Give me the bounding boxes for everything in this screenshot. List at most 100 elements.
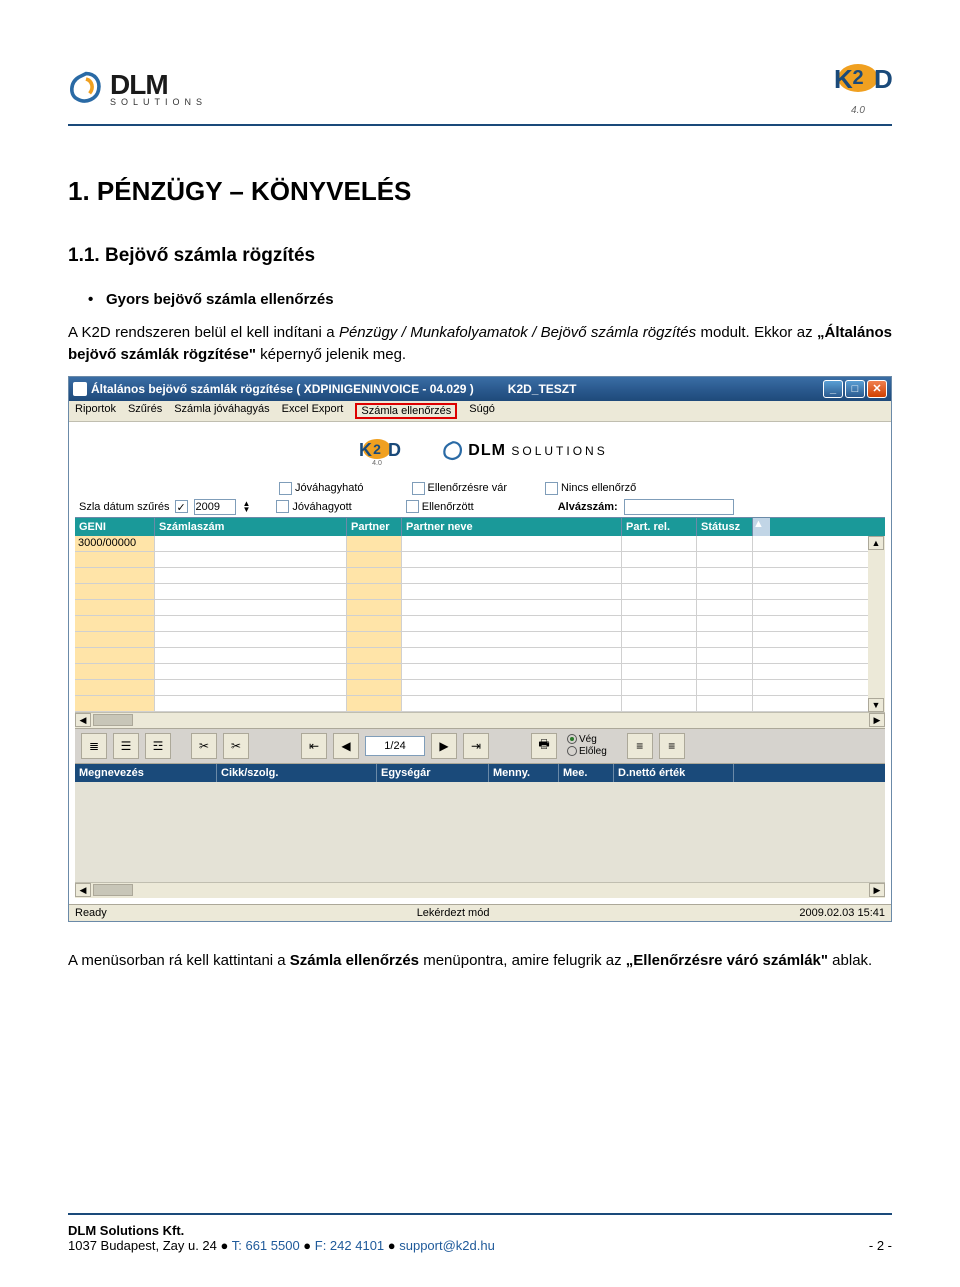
footer-addr: 1037 Budapest, Zay u. 24 ●: [68, 1238, 232, 1253]
chk-jovahagyhato[interactable]: Jóváhagyható: [279, 482, 364, 495]
chk-date-filter[interactable]: ✓: [175, 500, 188, 513]
col2-megnevezes[interactable]: Megnevezés: [75, 764, 217, 782]
cell-geni[interactable]: 3000/00000: [75, 536, 155, 551]
chk-ellenorzott[interactable]: Ellenőrzött: [406, 500, 474, 513]
grid1-hscroll[interactable]: ◀▶: [75, 712, 885, 728]
tool-print[interactable]: 🖶: [531, 733, 557, 759]
pager-input[interactable]: [365, 736, 425, 756]
p2-b: Számla ellenőrzés: [290, 952, 419, 969]
grid1-body[interactable]: 3000/00000: [75, 536, 868, 712]
tool-cut-2[interactable]: ✂: [223, 733, 249, 759]
status-left: Ready: [75, 907, 107, 919]
col-part-rel[interactable]: Part. rel.: [622, 518, 697, 536]
col2-dnetto[interactable]: D.nettó érték: [614, 764, 734, 782]
col-geni[interactable]: GENI: [75, 518, 155, 536]
menu-szures[interactable]: Szűrés: [128, 403, 162, 419]
close-button[interactable]: ✕: [867, 380, 887, 398]
lbl-ellenorzott: Ellenőrzött: [422, 501, 474, 513]
dlm-swirl-icon: [68, 70, 104, 106]
menu-sugo[interactable]: Súgó: [469, 403, 495, 419]
chk-nincs-ellenorzo[interactable]: Nincs ellenőrző: [545, 482, 636, 495]
col-statusz[interactable]: Státusz: [697, 518, 753, 536]
menu-szamla-ellenorzes[interactable]: Számla ellenőrzés: [355, 403, 457, 419]
logo-text-main: DLM: [110, 69, 168, 100]
logo-text-sub: SOLUTIONS: [110, 97, 207, 107]
chk-jovahagyott[interactable]: Jóváhagyott: [276, 500, 351, 513]
grid1-row: 3000/00000: [75, 536, 868, 552]
tool-next[interactable]: ▶: [431, 733, 457, 759]
filter-row-2: Szla dátum szűrés ✓ ▲▼ Jóváhagyott Ellen…: [75, 497, 885, 517]
p2-c: menüpontra, amire felugrik az: [419, 952, 626, 969]
grid1-vscroll[interactable]: ▲▼: [868, 536, 885, 712]
paragraph-1: A K2D rendszeren belül el kell indítani …: [68, 322, 892, 366]
tool-last[interactable]: ⇥: [463, 733, 489, 759]
k2d-version: 4.0: [824, 105, 892, 116]
lbl-eloleg: Előleg: [579, 746, 607, 757]
toolbar: ≣ ☰ ☲ ✂ ✂ ⇤ ◀ ▶ ⇥ 🖶 Vég Előleg ≡: [75, 728, 885, 764]
page-number: - 2 -: [869, 1238, 892, 1253]
grid2-hscroll[interactable]: ◀▶: [75, 882, 885, 898]
year-spinner[interactable]: ▲▼: [242, 501, 250, 513]
footer-email: support@k2d.hu: [399, 1238, 495, 1253]
lbl-jovahagyott: Jóváhagyott: [292, 501, 351, 513]
k2d-mini-logo: 2KD4.0: [352, 436, 402, 466]
dlm-mini-logo: DLM SOLUTIONS: [442, 440, 607, 462]
titlebar: Általános bejövő számlák rögzítése ( XDP…: [69, 377, 891, 401]
svg-text:4.0: 4.0: [372, 460, 382, 466]
col2-menny[interactable]: Menny.: [489, 764, 559, 782]
status-mode: Lekérdezt mód: [417, 907, 490, 919]
tool-extra-1[interactable]: ≡: [627, 733, 653, 759]
menu-jovahagyas[interactable]: Számla jóváhagyás: [174, 403, 269, 419]
radio-eloleg[interactable]: Előleg: [567, 746, 607, 757]
page-footer: DLM Solutions Kft. 1037 Budapest, Zay u.…: [68, 1213, 892, 1261]
tool-first[interactable]: ⇤: [301, 733, 327, 759]
bullet-item: Gyors bejövő számla ellenőrzés: [68, 291, 892, 308]
col2-egysegar[interactable]: Egységár: [377, 764, 489, 782]
tool-list-3[interactable]: ☲: [145, 733, 171, 759]
page-header: DLM SOLUTIONS 2KD 4.0: [68, 60, 892, 126]
alvazszam-input[interactable]: [624, 499, 734, 515]
col-partner-neve[interactable]: Partner neve: [402, 518, 622, 536]
lbl-nincs: Nincs ellenőrző: [561, 482, 636, 494]
tool-list-2[interactable]: ☰: [113, 733, 139, 759]
radio-veg[interactable]: Vég: [567, 734, 607, 745]
tool-extra-2[interactable]: ≡: [659, 733, 685, 759]
menubar: Riportok Szűrés Számla jóváhagyás Excel …: [69, 401, 891, 422]
window-env: K2D_TESZT: [508, 382, 577, 396]
menu-riportok[interactable]: Riportok: [75, 403, 116, 419]
grid2-header: Megnevezés Cikk/szolg. Egységár Menny. M…: [75, 764, 885, 782]
heading-1: 1. PÉNZÜGY – KÖNYVELÉS: [68, 176, 892, 207]
tool-list-1[interactable]: ≣: [81, 733, 107, 759]
p1-part-e: képernyő jelenik meg.: [256, 346, 406, 363]
col-partner[interactable]: Partner: [347, 518, 402, 536]
lbl-szla-datum: Szla dátum szűrés: [79, 501, 169, 513]
tool-cut[interactable]: ✂: [191, 733, 217, 759]
paragraph-2: A menüsorban rá kell kattintani a Számla…: [68, 950, 892, 972]
menu-excelexport[interactable]: Excel Export: [282, 403, 344, 419]
col2-cikk[interactable]: Cikk/szolg.: [217, 764, 377, 782]
col2-mee[interactable]: Mee.: [559, 764, 614, 782]
p1-part-a: A K2D rendszeren belül el kell indítani …: [68, 324, 339, 341]
svg-text:D: D: [874, 64, 892, 94]
status-time: 2009.02.03 15:41: [799, 907, 885, 919]
p2-d: „Ellenőrzésre váró számlák": [626, 952, 828, 969]
minimize-button[interactable]: _: [823, 380, 843, 398]
app-window: Általános bejövő számlák rögzítése ( XDP…: [68, 376, 892, 922]
logo-k2d: 2KD 4.0: [824, 60, 892, 116]
k2d-icon: 2KD: [824, 60, 892, 100]
lbl-ellvar: Ellenőrzésre vár: [428, 482, 507, 494]
tool-prev[interactable]: ◀: [333, 733, 359, 759]
filter-row-1: Jóváhagyható Ellenőrzésre vár Nincs elle…: [75, 480, 885, 497]
lbl-jovahagyhato: Jóváhagyható: [295, 482, 364, 494]
app-icon: [73, 382, 87, 396]
maximize-button[interactable]: □: [845, 380, 865, 398]
svg-text:2: 2: [852, 67, 863, 89]
window-title: Általános bejövő számlák rögzítése ( XDP…: [91, 382, 474, 396]
col-szamlaszam[interactable]: Számlaszám: [155, 518, 347, 536]
chk-ellenorzesre-var[interactable]: Ellenőrzésre vár: [412, 482, 507, 495]
footer-contact: 1037 Budapest, Zay u. 24 ● T: 661 5500 ●…: [68, 1238, 495, 1253]
year-input[interactable]: [194, 499, 236, 515]
grid2-body[interactable]: [75, 782, 885, 882]
heading-2: 1.1. Bejövő számla rögzítés: [68, 245, 892, 267]
svg-text:K: K: [834, 64, 853, 94]
